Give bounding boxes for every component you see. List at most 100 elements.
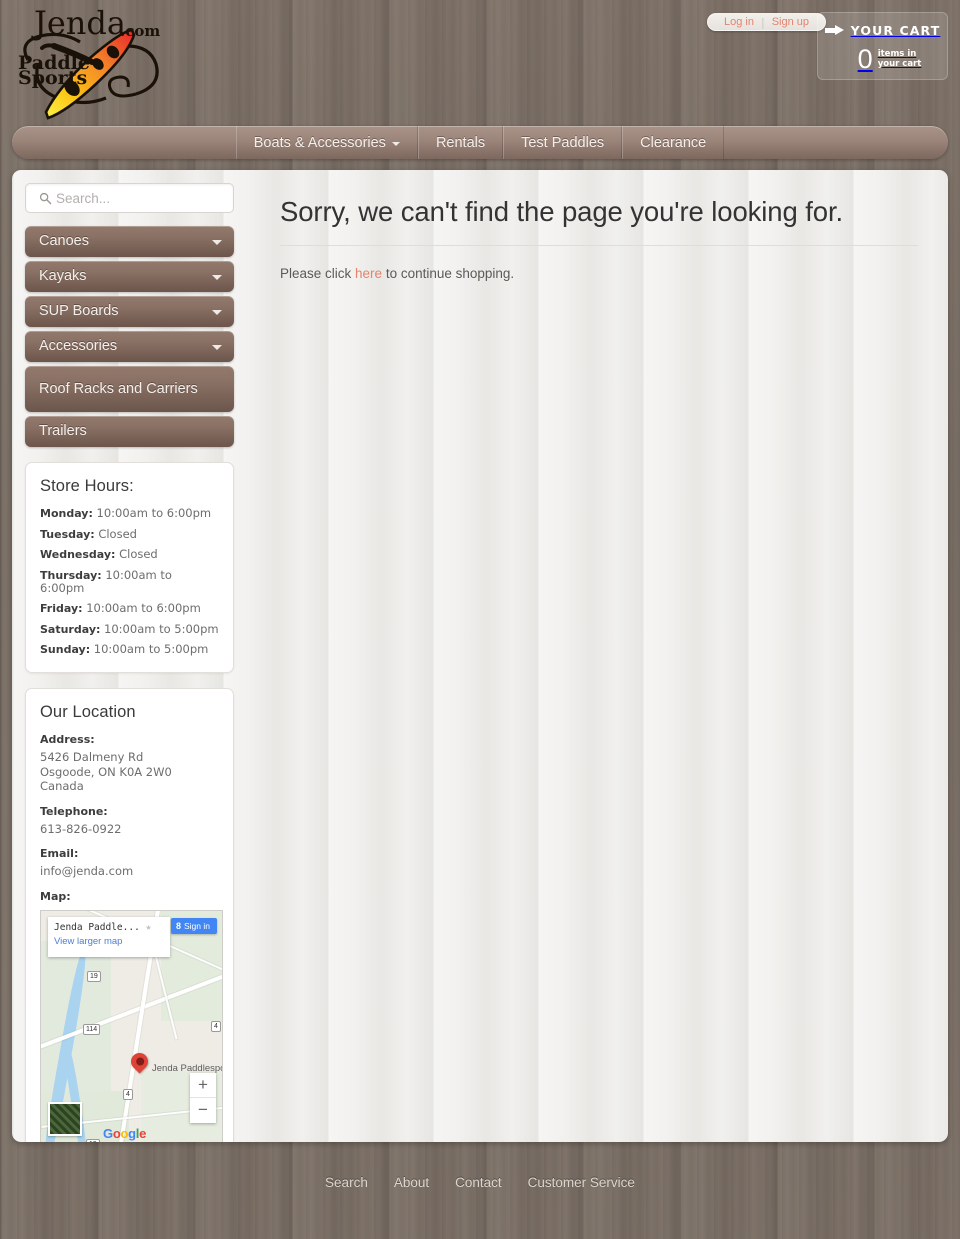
address-line-2: Osgoode, ON K0A 2W0 (40, 764, 172, 779)
email-value: info@jenda.com (40, 864, 134, 878)
main-panel: Canoes Kayaks SUP Boards Accessories Roo… (12, 170, 948, 1142)
nav-item-rentals[interactable]: Rentals (417, 126, 504, 159)
store-hours-row: Wednesday: Closed (40, 547, 219, 562)
view-larger-map-link[interactable]: View larger map (54, 936, 164, 947)
hours-value: 10:00am to 6:00pm (96, 506, 212, 520)
location-title: Our Location (40, 703, 136, 721)
footer-link-about[interactable]: About (394, 1175, 429, 1190)
nav-item-boats-accessories[interactable]: Boats & Accessories (235, 126, 418, 159)
map-zoom-controls: + − (190, 1072, 216, 1123)
map-zoom-out-button[interactable]: − (190, 1098, 216, 1123)
site-footer: Search About Contact Customer Service (0, 1175, 960, 1190)
store-hours-row: Thursday: 10:00am to 6:00pm (40, 568, 219, 595)
map-route-shield: 114 (83, 1023, 101, 1035)
category-label: Accessories (39, 338, 118, 354)
google-logo: Google (103, 1125, 147, 1141)
store-hours-title: Store Hours: (40, 477, 134, 495)
map-satellite-thumbnail[interactable] (48, 1101, 82, 1136)
map-route-shield: 19 (86, 1138, 100, 1142)
cart-subtext: items in your cart (878, 49, 922, 69)
map-label: Map: (40, 889, 71, 903)
sidebar-item-roof-racks-and-carriers[interactable]: Roof Racks and Carriers (25, 366, 234, 412)
address-line-3: Canada (40, 779, 84, 793)
site-logo[interactable]: Jenda .com Paddle Sports (10, 2, 170, 122)
footer-link-contact[interactable]: Contact (455, 1175, 502, 1190)
nav-label: Boats & Accessories (253, 134, 386, 151)
location-map[interactable]: 19 114 4 4 19 Jenda Paddle... ★ View lar… (40, 909, 223, 1142)
store-hours-card: Store Hours: Monday: 10:00am to 6:00pm T… (25, 462, 234, 673)
store-hours-row: Saturday: 10:00am to 5:00pm (40, 621, 219, 636)
page-title: Sorry, we can't find the page you're loo… (280, 196, 918, 246)
map-route-shield: 4 (211, 1020, 221, 1032)
hours-day: Tuesday: (40, 527, 95, 541)
store-hours-row: Monday: 10:00am to 6:00pm (40, 506, 219, 521)
map-route-shield: 4 (123, 1088, 133, 1100)
svg-text:Jenda: Jenda (31, 4, 126, 42)
category-label: Canoes (39, 233, 89, 249)
map-sign-in-label: Sign in (184, 920, 210, 931)
cart-button[interactable]: YOUR CART 0 items in your cart (817, 12, 948, 80)
category-label: Kayaks (39, 268, 87, 284)
footer-link-customer-service[interactable]: Customer Service (528, 1175, 635, 1190)
cart-subtext-line1: items in (877, 49, 917, 59)
search-box[interactable] (25, 183, 234, 213)
category-label: Roof Racks and Carriers (39, 380, 198, 397)
address-label: Address: (40, 733, 95, 746)
signup-link[interactable]: Sign up (765, 14, 816, 30)
map-route-shield: 19 (87, 970, 101, 982)
hours-day: Sunday: (40, 643, 91, 656)
email-label: Email: (40, 847, 79, 860)
chevron-down-icon (212, 344, 222, 350)
hours-day: Wednesday: (40, 548, 116, 561)
search-input[interactable] (56, 190, 216, 206)
chevron-down-icon (391, 141, 400, 146)
address-value: 5426 Dalmeny Rd Osgoode, ON K0A 2W0 Cana… (40, 750, 219, 794)
sidebar-item-kayaks[interactable]: Kayaks (25, 261, 234, 292)
map-place-name: Jenda Paddle... ★ (54, 922, 164, 933)
login-link[interactable]: Log in (717, 14, 761, 30)
hours-day: Friday: (40, 602, 83, 615)
footer-link-search[interactable]: Search (325, 1175, 368, 1190)
cart-subtext-line2: your cart (877, 59, 922, 69)
sidebar-item-sup-boards[interactable]: SUP Boards (25, 296, 234, 327)
chevron-down-icon (212, 239, 222, 245)
category-label: Trailers (39, 423, 87, 439)
svg-text:Sports: Sports (18, 67, 87, 89)
sidebar: Canoes Kayaks SUP Boards Accessories Roo… (25, 183, 234, 1142)
logo-kayak-icon: Jenda .com Paddle Sports (18, 4, 160, 120)
site-header: Jenda .com Paddle Sports Log in | Sign u… (0, 0, 960, 125)
sidebar-item-accessories[interactable]: Accessories (25, 331, 234, 362)
continue-shopping-link[interactable]: here (355, 266, 382, 281)
main-navigation: Boats & Accessories Rentals Test Paddles… (12, 126, 948, 159)
star-icon[interactable]: ★ (146, 922, 152, 933)
hours-value: 10:00am to 6:00pm (86, 601, 201, 615)
chevron-down-icon (212, 274, 222, 280)
error-subtext-prefix: Please click (280, 266, 356, 281)
arrow-right-icon (824, 25, 844, 36)
nav-items: Boats & Accessories Rentals Test Paddles… (235, 126, 725, 159)
nav-label: Clearance (640, 134, 707, 151)
hours-value: Closed (119, 547, 158, 561)
nav-label: Test Paddles (521, 134, 605, 151)
hours-value: Closed (98, 526, 137, 541)
map-sign-in-button[interactable]: 8 Sign in (170, 917, 217, 934)
auth-links: Log in | Sign up (706, 13, 826, 31)
sidebar-item-trailers[interactable]: Trailers (25, 416, 234, 447)
svg-text:.com: .com (120, 22, 160, 40)
nav-item-clearance[interactable]: Clearance (622, 126, 725, 159)
hours-value: 10:00am to 5:00pm (104, 621, 219, 636)
cart-count-row: 0 items in your cart (818, 46, 947, 73)
telephone-value: 613-826-0922 (40, 821, 122, 836)
sidebar-item-canoes[interactable]: Canoes (25, 226, 234, 257)
map-zoom-in-button[interactable]: + (190, 1073, 216, 1098)
page-root: Jenda .com Paddle Sports Log in | Sign u… (0, 0, 960, 1239)
main-content: Sorry, we can't find the page you're loo… (280, 196, 918, 281)
cart-title: YOUR CART (850, 23, 941, 38)
cart-header: YOUR CART (818, 23, 947, 38)
category-label: SUP Boards (39, 303, 119, 319)
nav-item-test-paddles[interactable]: Test Paddles (503, 126, 623, 159)
store-hours-row: Tuesday: Closed (40, 526, 219, 541)
store-hours-row: Sunday: 10:00am to 5:00pm (40, 643, 219, 657)
google-plus-icon: 8 (175, 920, 181, 931)
chevron-down-icon (212, 309, 222, 315)
